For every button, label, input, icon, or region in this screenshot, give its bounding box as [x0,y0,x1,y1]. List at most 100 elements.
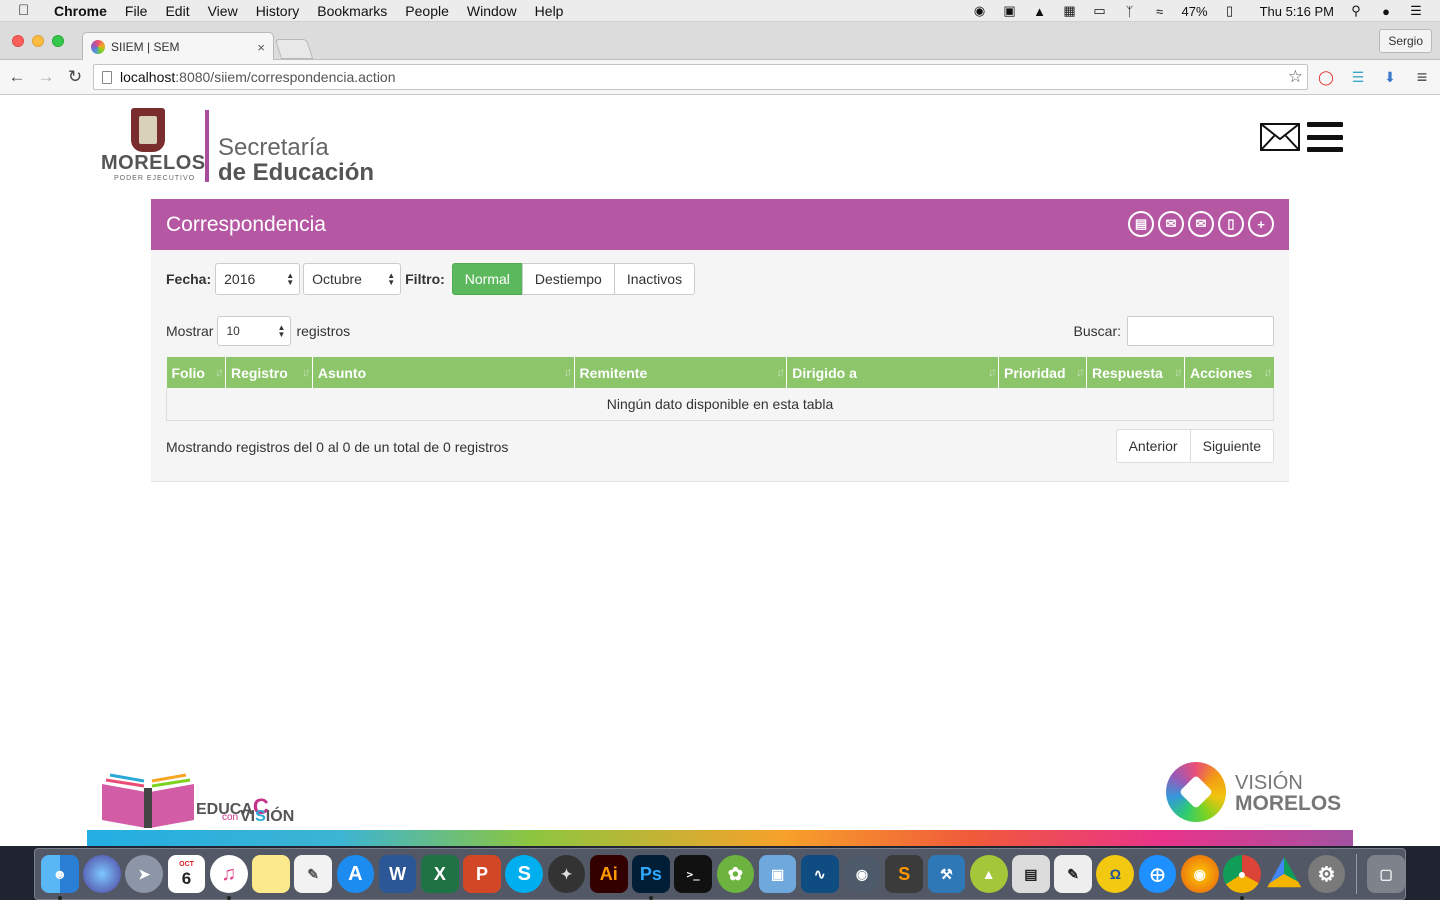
folder-icon[interactable]: ▯ [1218,211,1244,237]
spring-icon[interactable]: ✿ [716,855,755,893]
bookmark-star-icon[interactable]: ☆ [1288,67,1303,87]
safari-icon[interactable]: ⨁ [1138,855,1177,893]
firefox-icon[interactable]: ◉ [1180,855,1219,893]
column-respuesta[interactable]: Respuesta ↓↑ [1086,357,1185,388]
download-extension-icon[interactable]: ⬇ [1380,67,1400,87]
siri-icon[interactable]: ● [1378,4,1394,19]
browser-tab[interactable]: SIIEM | SEM × [82,32,274,61]
filter-destiempo-button[interactable]: Destiempo [521,263,615,295]
google-drive-icon[interactable] [1267,856,1302,888]
notification-center-icon[interactable]: ☰ [1408,3,1424,18]
powerpoint-icon[interactable]: P [463,855,501,893]
extension-icon[interactable]: ☰ [1348,67,1368,87]
script-editor-icon[interactable]: ✎ [1054,855,1092,893]
clock[interactable]: Thu 5:16 PM [1260,4,1334,19]
minimize-window-button[interactable] [32,35,44,47]
siri-dock-icon[interactable] [83,855,121,893]
menu-view[interactable]: View [208,3,238,19]
column-acciones[interactable]: Acciones ↓↑ [1184,357,1274,388]
calendar-icon[interactable]: OCT 6 [167,855,206,893]
launchpad-icon[interactable]: ➤ [125,855,164,893]
bluetooth-icon[interactable]: ᛉ [1122,4,1138,19]
menu-file[interactable]: File [125,3,148,19]
battery-icon[interactable]: ▯ [1222,3,1238,18]
battery-percent[interactable]: 47% [1182,4,1208,19]
weblogic-icon[interactable]: Ω [1096,855,1135,893]
mail-icon[interactable]: ✉ [1188,211,1214,237]
mysql-workbench-icon[interactable]: ∿ [800,855,839,893]
column-prioridad[interactable]: Prioridad ↓↑ [998,357,1088,388]
document-icon[interactable]: ▤ [1128,211,1154,237]
terminal-icon[interactable]: >_ [674,855,712,893]
menu-bookmarks[interactable]: Bookmarks [317,3,387,19]
chrome-menu-icon[interactable]: ≡ [1412,67,1432,87]
app-store-icon[interactable]: A [336,855,375,893]
display-icon[interactable]: ▣ [1002,3,1018,18]
column-registro[interactable]: Registro ↓↑ [225,357,313,388]
skype-icon[interactable]: S [505,855,544,893]
filter-inactivos-button[interactable]: Inactivos [613,263,696,295]
add-icon[interactable]: + [1248,211,1274,237]
column-asunto[interactable]: Asunto ↓↑ [312,357,575,388]
excel-icon[interactable]: X [420,855,459,893]
finder-icon[interactable]: ☻ [41,855,79,900]
illustrator-icon[interactable]: Ai [589,855,628,893]
wifi-icon[interactable]: ≈ [1152,4,1168,19]
next-page-button[interactable]: Siguiente [1190,429,1274,463]
virtualbox-icon[interactable]: ▣ [758,855,797,893]
tab-close-icon[interactable]: × [257,40,265,55]
printer-icon[interactable]: ▤ [1012,855,1050,893]
close-window-button[interactable] [12,35,24,47]
site-logo[interactable]: MORELOS PODER EJECUTIVO Secretaría de Ed… [101,106,381,186]
search-input[interactable] [1127,316,1274,346]
android-studio-icon[interactable]: ▲ [969,855,1008,893]
menu-edit[interactable]: Edit [165,3,189,19]
hamburger-menu-icon[interactable] [1307,122,1343,152]
profile-button[interactable]: Sergio [1379,29,1432,53]
sequel-pro-icon[interactable]: ◉ [843,855,881,893]
menu-history[interactable]: History [256,3,300,19]
trash-icon[interactable]: ▢ [1367,855,1405,893]
drive-icon[interactable]: ▲ [1032,4,1048,19]
mail-send-icon[interactable]: ✉ [1158,211,1184,237]
month-select[interactable]: Octubre ▲ ▼ [303,263,402,295]
select-caret-icon: ▲ ▼ [277,323,286,339]
page-length-select[interactable]: 10 ▲ ▼ [217,316,292,346]
year-select-value: 2016 [224,271,256,287]
forward-arrow-icon[interactable]: → [34,67,58,87]
sublime-text-icon[interactable]: S [885,855,924,893]
previous-page-button[interactable]: Anterior [1115,429,1191,463]
back-arrow-icon[interactable]: ← [5,67,29,87]
menu-help[interactable]: Help [535,3,564,19]
textedit-icon[interactable]: ✎ [294,855,333,893]
menu-window[interactable]: Window [467,3,517,19]
notes-icon[interactable] [252,855,290,893]
new-tab-button[interactable] [274,39,314,59]
itunes-icon[interactable]: ♫ [209,855,248,900]
window-manager-icon[interactable]: ▦ [1062,3,1078,18]
word-icon[interactable]: W [378,855,417,893]
chrome-icon[interactable]: ● [1223,855,1261,900]
address-bar[interactable]: localhost:8080/siiem/correspondencia.act… [93,64,1308,90]
apple-menu-icon[interactable]:  [18,2,40,19]
filter-normal-button[interactable]: Normal [451,263,523,295]
column-dirigido-a[interactable]: Dirigido a ↓↑ [786,357,1000,388]
menu-people[interactable]: People [405,3,449,19]
opera-extension-icon[interactable]: ◯ [1316,67,1336,87]
menu-app-name[interactable]: Chrome [54,3,107,19]
fullscreen-window-button[interactable] [52,35,64,47]
creative-cloud-icon[interactable]: ◉ [972,3,988,18]
envelope-icon[interactable] [1260,123,1300,151]
compass-icon[interactable]: ✦ [547,855,586,893]
year-select[interactable]: 2016 ▲ ▼ [215,263,301,295]
column-folio[interactable]: Folio ↓↑ [166,357,226,388]
airplay-icon[interactable]: ▭ [1092,3,1108,18]
system-preferences-icon[interactable]: ⚙ [1307,855,1346,893]
filter-button-group: Normal Destiempo Inactivos [451,263,696,295]
page-info-icon[interactable] [102,70,112,84]
column-remitente[interactable]: Remitente ↓↑ [574,357,788,388]
reload-icon[interactable]: ↻ [63,67,87,87]
photoshop-icon[interactable]: Ps [632,855,670,900]
xcode-icon[interactable]: ⚒ [927,855,966,893]
spotlight-search-icon[interactable]: ⚲ [1348,3,1364,18]
